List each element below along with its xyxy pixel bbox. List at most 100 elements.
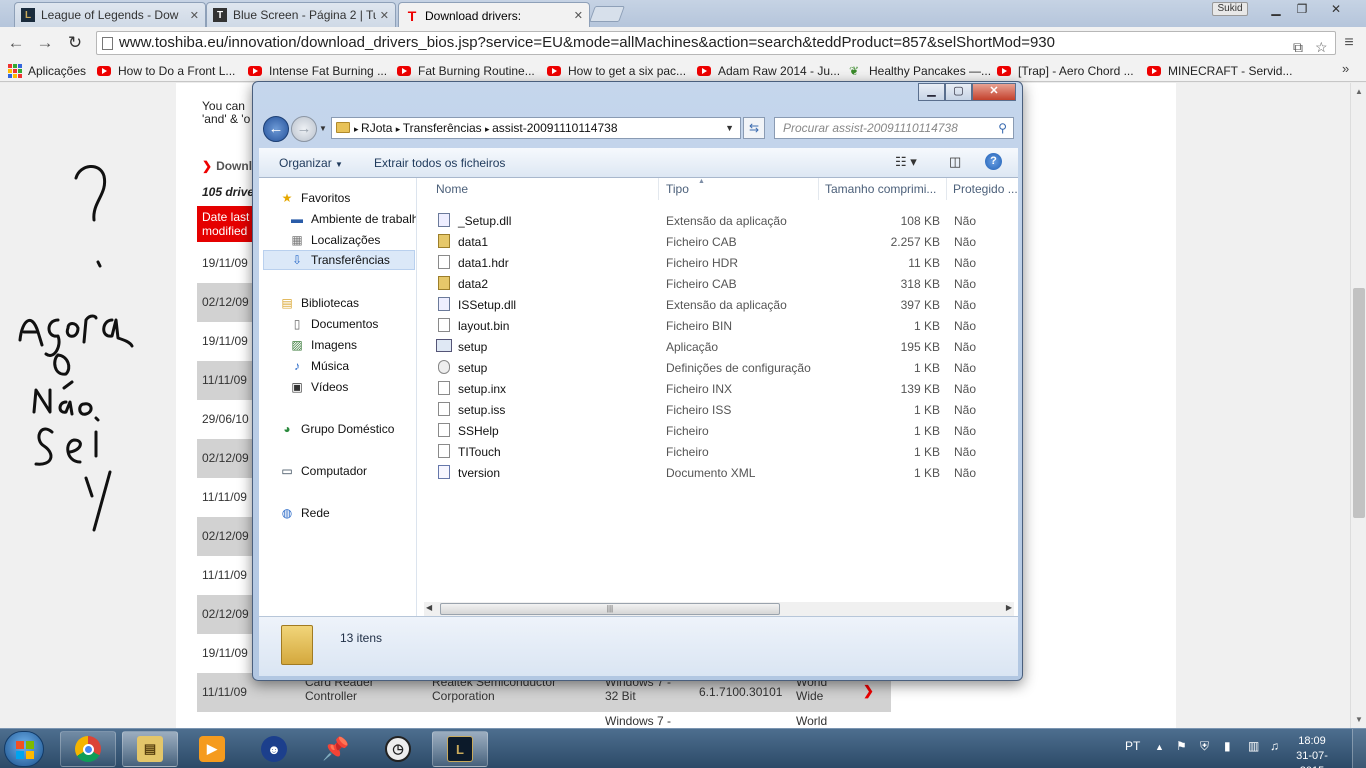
taskbar-media-player[interactable]: ▶	[184, 731, 240, 767]
minimize-icon[interactable]: ▁	[918, 83, 945, 101]
recent-pages-dropdown-icon[interactable]: ▼	[319, 124, 327, 133]
close-window-icon[interactable]: ✕	[972, 83, 1016, 101]
file-row[interactable]: data2 Ficheiro CAB 318 KB Não	[418, 273, 1008, 294]
refresh-icon[interactable]: ⇆	[743, 117, 765, 139]
language-indicator[interactable]: PT	[1125, 739, 1140, 753]
scroll-thumb[interactable]: |||	[440, 603, 780, 615]
search-icon[interactable]: ⚲	[998, 118, 1007, 138]
power-icon[interactable]: ▮	[1224, 739, 1231, 753]
scroll-left-icon[interactable]: ◀	[426, 603, 432, 612]
nav-homegroup[interactable]: ◕ Grupo Doméstico	[279, 419, 394, 439]
date-column-header[interactable]: Date last modified	[197, 206, 257, 242]
tray-expand-icon[interactable]: ▲	[1155, 742, 1164, 752]
nav-music[interactable]: ♪ Música	[289, 356, 349, 376]
nav-images[interactable]: ▨ Imagens	[289, 335, 357, 355]
breadcrumb-item[interactable]: assist-20091110114738	[492, 121, 617, 135]
forward-arrow-icon[interactable]: →	[34, 32, 56, 54]
taskbar-chrome[interactable]	[60, 731, 116, 767]
explorer-window[interactable]: ▁ ▢ ✕ ← → ▼ ▸ RJota ▸ Transferências ▸ a…	[252, 81, 1023, 681]
bookmark-item[interactable]: ❦ Healthy Pancakes —...	[849, 62, 991, 79]
start-button[interactable]	[4, 731, 44, 767]
tab-blue-screen[interactable]: T Blue Screen - Página 2 | Tu ✕	[206, 2, 396, 27]
file-row[interactable]: setup Aplicação 195 KB Não	[418, 336, 1008, 357]
chevron-right-icon[interactable]: ❯	[863, 683, 874, 699]
address-bar[interactable]: www.toshiba.eu/innovation/download_drive…	[96, 31, 1336, 55]
forward-arrow-icon[interactable]: →	[291, 116, 317, 142]
preview-pane-icon[interactable]: ◫	[949, 154, 961, 170]
horizontal-scrollbar[interactable]: ◀ ||| ▶	[424, 602, 1014, 616]
back-arrow-icon[interactable]: ←	[263, 116, 289, 142]
scroll-right-icon[interactable]: ▶	[1006, 603, 1012, 612]
taskbar-user-app[interactable]: ☻	[246, 731, 302, 767]
column-protected[interactable]: Protegido ...	[953, 182, 1017, 196]
scroll-up-icon[interactable]: ▲	[1355, 87, 1363, 96]
page-scrollbar[interactable]: ▲ ▼	[1350, 83, 1366, 728]
new-tab-button[interactable]	[589, 6, 625, 22]
nav-computer[interactable]: ▭ Computador	[279, 461, 367, 481]
table-row[interactable]: Windows 7 - World	[197, 712, 891, 728]
translate-icon[interactable]: ⧉	[1293, 36, 1303, 54]
file-row[interactable]: data1.hdr Ficheiro HDR 11 KB Não	[418, 252, 1008, 273]
bookmark-item[interactable]: How to Do a Front L...	[97, 62, 235, 79]
nav-libraries[interactable]: ▤ Bibliotecas	[279, 293, 359, 313]
minimize-icon[interactable]: ▁	[1264, 2, 1288, 18]
nav-favorites[interactable]: ★ Favoritos	[279, 188, 351, 208]
bookmark-item[interactable]: How to get a six pac...	[547, 62, 686, 79]
bookmark-item[interactable]: [Trap] - Aero Chord ...	[997, 62, 1134, 79]
tab-league-of-legends[interactable]: L League of Legends - Dow ✕	[14, 2, 206, 27]
taskbar-pin-app[interactable]: 📌	[308, 731, 364, 767]
taskbar-league[interactable]: L	[432, 731, 488, 767]
back-arrow-icon[interactable]: ←	[5, 32, 27, 54]
nav-downloads[interactable]: ⇩ Transferências	[263, 250, 415, 270]
reload-icon[interactable]: ↻	[64, 32, 86, 54]
close-window-icon[interactable]: ✕	[1324, 2, 1348, 18]
nav-places[interactable]: ▦ Localizações	[289, 230, 380, 250]
explorer-search-input[interactable]: Procurar assist-20091110114738 ⚲	[774, 117, 1014, 139]
bookmark-star-icon[interactable]: ☆	[1315, 36, 1328, 54]
file-row[interactable]: _Setup.dll Extensão da aplicação 108 KB Não	[418, 210, 1008, 231]
file-row[interactable]: setup.iss Ficheiro ISS 1 KB Não	[418, 399, 1008, 420]
scroll-thumb[interactable]	[1353, 288, 1365, 518]
profile-badge[interactable]: Sukid	[1212, 2, 1248, 16]
bookmark-item[interactable]: Adam Raw 2014 - Ju...	[697, 62, 840, 79]
taskbar-explorer[interactable]: ▤	[122, 731, 178, 767]
bookmark-item[interactable]: MINECRAFT - Servid...	[1147, 62, 1292, 79]
flag-icon[interactable]: ⚑	[1176, 739, 1187, 753]
security-icon[interactable]: ⛨	[1200, 739, 1209, 754]
file-row[interactable]: tversion Documento XML 1 KB Não	[418, 462, 1008, 483]
organize-button[interactable]: Organizar ▼	[279, 156, 343, 170]
chevron-down-icon[interactable]: ▼	[725, 118, 734, 138]
network-icon[interactable]: ▥	[1248, 739, 1259, 753]
file-row[interactable]: ISSetup.dll Extensão da aplicação 397 KB Nã…	[418, 294, 1008, 315]
tab-download-drivers[interactable]: T Download drivers: ✕	[398, 2, 590, 28]
column-size[interactable]: Tamanho comprimi...	[825, 182, 945, 196]
file-row[interactable]: SSHelp Ficheiro 1 KB Não	[418, 420, 1008, 441]
column-separator[interactable]	[818, 178, 819, 200]
bookmark-item[interactable]: Fat Burning Routine...	[397, 62, 535, 79]
column-separator[interactable]	[658, 178, 659, 200]
breadcrumb-item[interactable]: Transferências	[403, 121, 482, 135]
maximize-icon[interactable]: ▢	[945, 83, 972, 101]
nav-videos[interactable]: ▣ Vídeos	[289, 377, 348, 397]
close-tab-icon[interactable]: ✕	[380, 9, 389, 22]
file-row[interactable]: data1 Ficheiro CAB 2.257 KB Não	[418, 231, 1008, 252]
column-name[interactable]: Nome	[436, 182, 468, 196]
clock[interactable]: 18:09 31-07-2015	[1284, 734, 1340, 768]
nav-documents[interactable]: ▯ Documentos	[289, 314, 379, 334]
close-tab-icon[interactable]: ✕	[190, 9, 199, 22]
show-desktop-button[interactable]	[1352, 729, 1366, 768]
file-row[interactable]: layout.bin Ficheiro BIN 1 KB Não	[418, 315, 1008, 336]
nav-network[interactable]: ◍ Rede	[279, 503, 330, 523]
close-tab-icon[interactable]: ✕	[574, 9, 583, 22]
column-type[interactable]: Tipo	[666, 182, 689, 196]
file-row[interactable]: setup.inx Ficheiro INX 139 KB Não	[418, 378, 1008, 399]
file-row[interactable]: TITouch Ficheiro 1 KB Não	[418, 441, 1008, 462]
bookmark-item[interactable]: Intense Fat Burning ...	[248, 62, 387, 79]
column-separator[interactable]	[946, 178, 947, 200]
bookmark-apps[interactable]: Aplicações	[8, 62, 86, 79]
breadcrumb-item[interactable]: RJota	[361, 121, 392, 135]
taskbar-clock-app[interactable]: ◷	[370, 731, 426, 767]
help-icon[interactable]: ?	[985, 153, 1002, 170]
scroll-down-icon[interactable]: ▼	[1355, 715, 1363, 724]
restore-icon[interactable]: ❐	[1290, 2, 1314, 18]
